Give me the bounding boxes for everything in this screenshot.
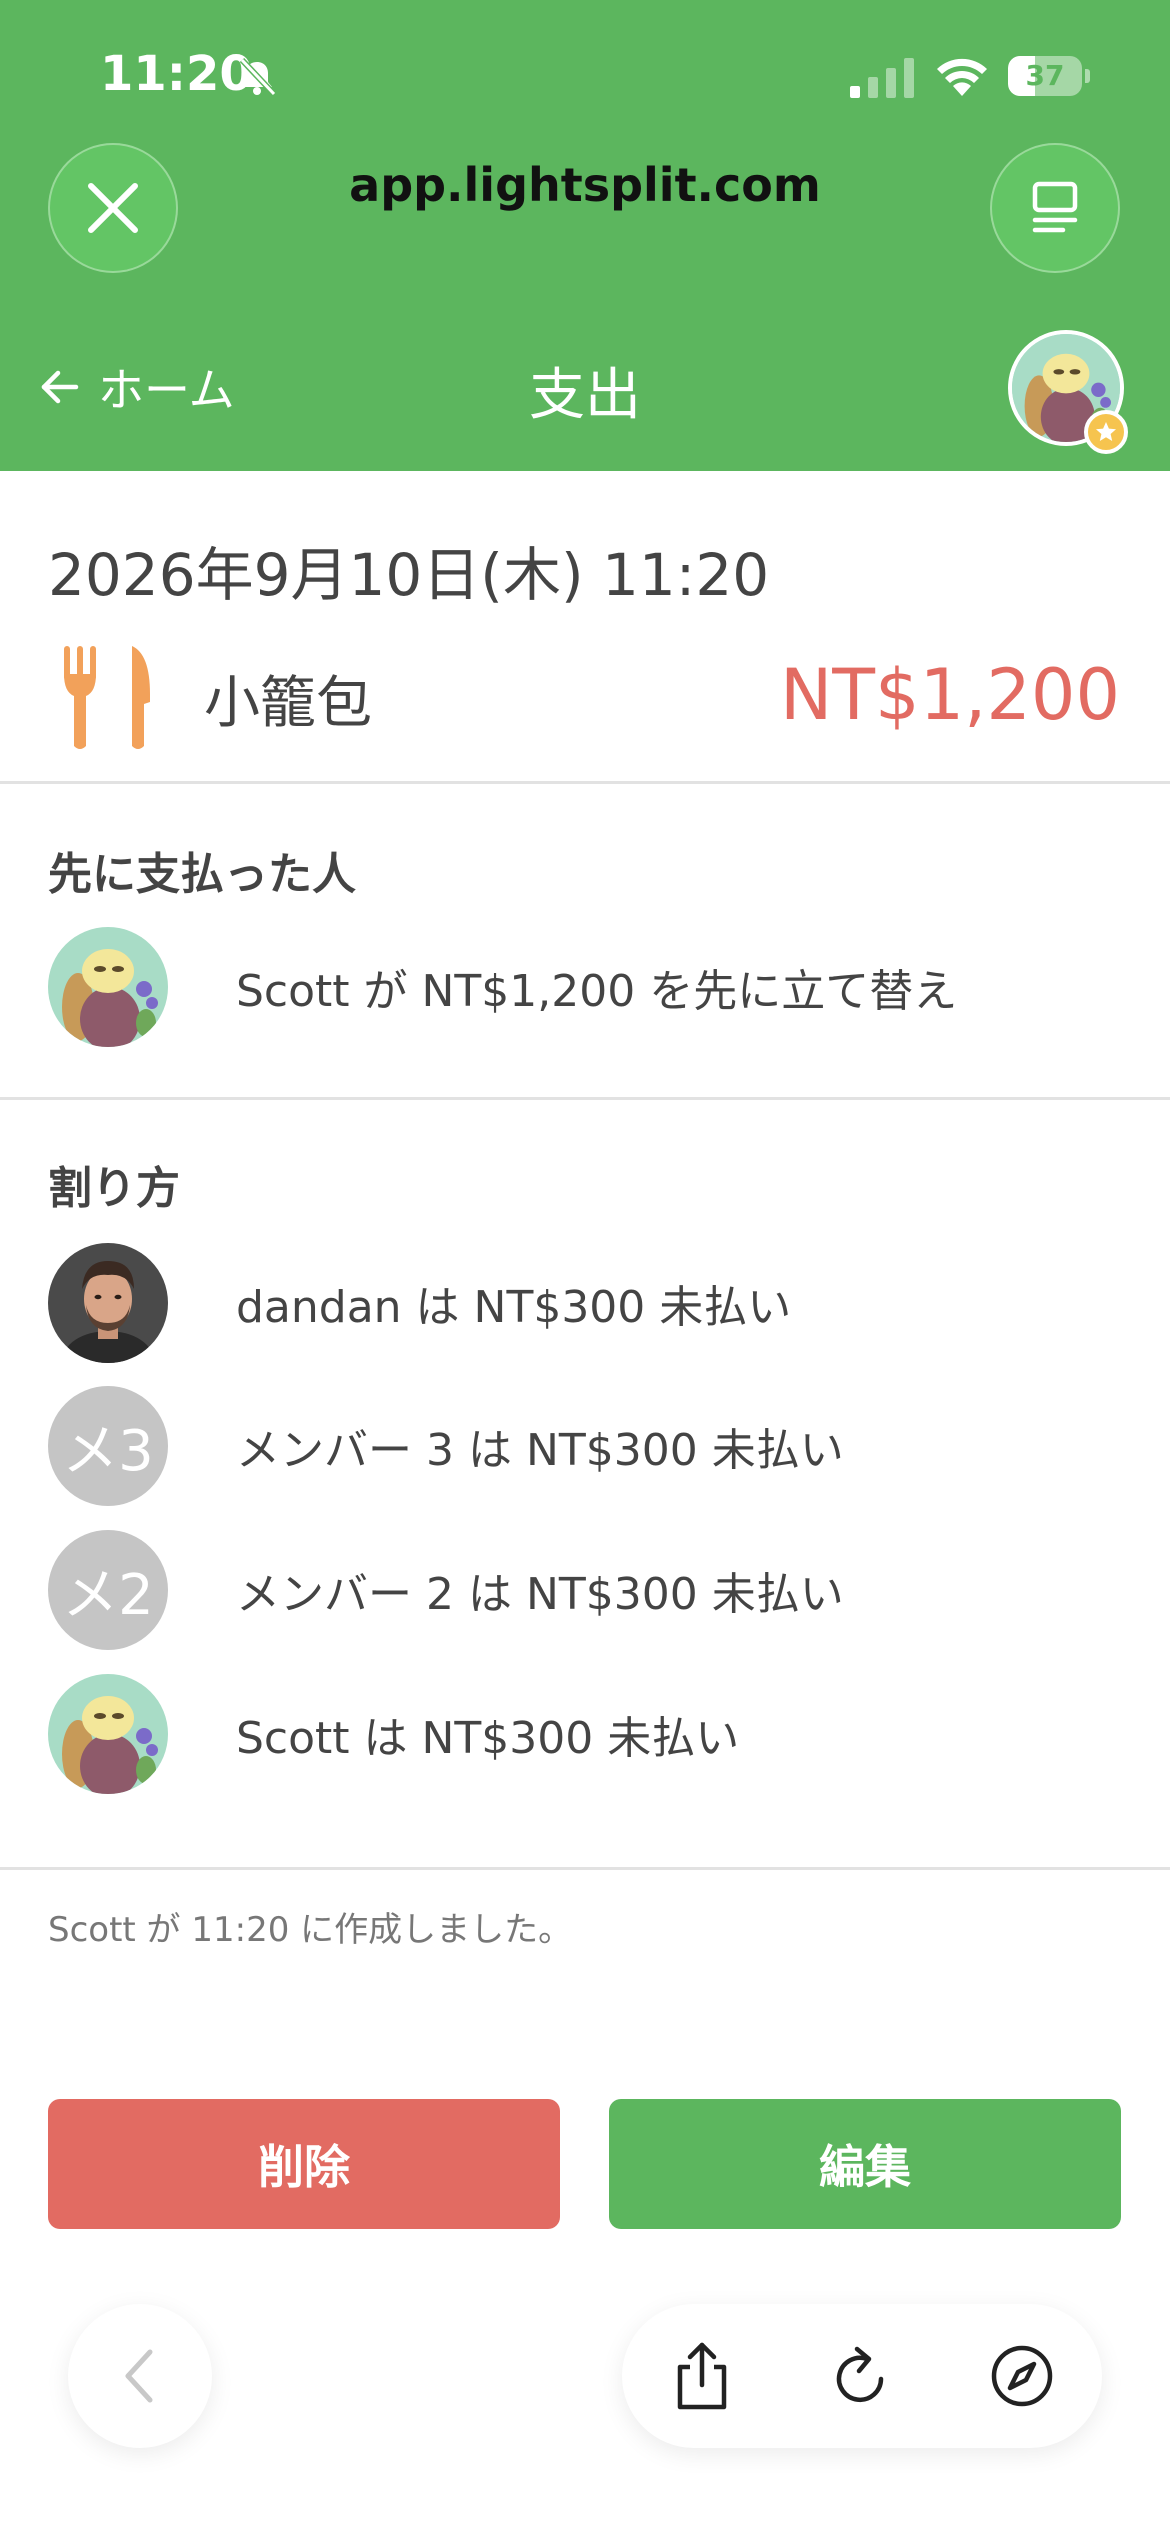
- chevron-left-icon: [125, 2349, 153, 2403]
- split-member-text: Scott は NT$300 未払い: [236, 1713, 740, 1764]
- avatar: [48, 927, 168, 1047]
- header-area: 11:20 37 app.lightsplit.com ホーム 支出: [0, 0, 1170, 471]
- split-member-row: メ3 メンバー 3 は NT$300 未払い: [48, 1386, 1128, 1506]
- browser-toolbar: [622, 2304, 1102, 2448]
- payer-section-title: 先に支払った人: [48, 849, 356, 900]
- payer-text: Scott が NT$1,200 を先に立て替え: [236, 966, 958, 1017]
- split-section-title: 割り方: [48, 1163, 180, 1214]
- tabs-icon: [1032, 181, 1078, 233]
- divider: [0, 1097, 1170, 1100]
- person-photo-icon: [48, 1243, 168, 1363]
- reload-icon: [836, 2346, 884, 2403]
- fork-knife-icon: [64, 646, 150, 749]
- compass-button[interactable]: [986, 2340, 1058, 2412]
- page-title: 支出: [529, 363, 641, 428]
- divider: [0, 1867, 1170, 1870]
- avatar: メ2: [48, 1530, 168, 1650]
- browser-back-button[interactable]: [68, 2304, 212, 2448]
- signal-icon: [850, 58, 914, 98]
- battery-level: 37: [1025, 59, 1065, 92]
- split-member-text: メンバー 2 は NT$300 未払い: [236, 1569, 844, 1620]
- created-note: Scott が 11:20 に作成しました。: [48, 1910, 573, 1950]
- character-avatar-icon: [48, 927, 168, 1047]
- edit-button[interactable]: 編集: [609, 2099, 1121, 2229]
- split-member-text: メンバー 3 は NT$300 未払い: [236, 1425, 844, 1476]
- star-badge-icon: [1084, 410, 1128, 454]
- page: 11:20 37 app.lightsplit.com ホーム 支出 2026年…: [0, 0, 1170, 2532]
- avatar: メ3: [48, 1386, 168, 1506]
- compass-icon: [991, 2345, 1053, 2407]
- status-time: 11:20: [100, 46, 253, 102]
- payer-row: Scott が NT$1,200 を先に立て替え: [48, 927, 1128, 1047]
- share-icon: [677, 2342, 727, 2410]
- tabs-button[interactable]: [990, 143, 1120, 273]
- expense-amount: NT$1,200: [779, 654, 1120, 736]
- split-member-row: メ2 メンバー 2 は NT$300 未払い: [48, 1530, 1128, 1650]
- app-nav-bar: ホーム 支出: [0, 330, 1170, 454]
- character-avatar-icon: [48, 1674, 168, 1794]
- delete-button[interactable]: 削除: [48, 2099, 560, 2229]
- expense-name: 小籠包: [204, 671, 372, 736]
- split-member-row: Scott は NT$300 未払い: [48, 1674, 1128, 1794]
- bell-muted-icon: [239, 57, 277, 97]
- share-button[interactable]: [666, 2340, 738, 2412]
- split-member-text: dandan は NT$300 未払い: [236, 1282, 792, 1333]
- expense-datetime: 2026年9月10日(木) 11:20: [48, 541, 770, 609]
- battery-indicator: 37: [1008, 56, 1090, 96]
- reload-button[interactable]: [826, 2340, 898, 2412]
- wifi-icon: [937, 58, 987, 96]
- avatar: [48, 1674, 168, 1794]
- avatar: [48, 1243, 168, 1363]
- status-bar: 11:20 37: [0, 0, 1170, 140]
- divider: [0, 781, 1170, 784]
- split-member-row: dandan は NT$300 未払い: [48, 1243, 1128, 1363]
